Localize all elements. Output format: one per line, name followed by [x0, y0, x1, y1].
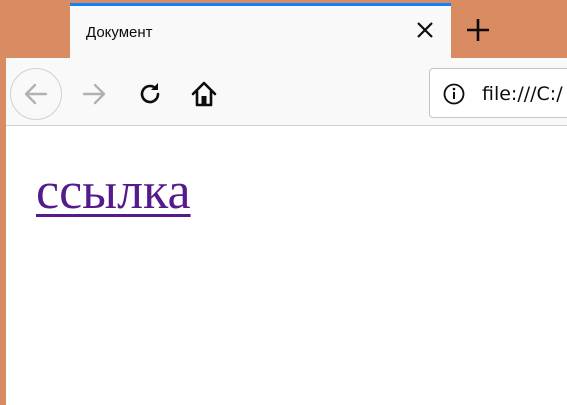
arrow-right-icon — [82, 83, 106, 105]
reload-icon — [140, 83, 160, 104]
arrow-left-icon — [24, 83, 48, 105]
browser-window: Документ file:///C:/ ссылка — [0, 0, 567, 405]
plus-icon — [462, 19, 494, 50]
home-button[interactable] — [186, 76, 222, 112]
new-tab-button[interactable] — [462, 14, 494, 46]
tab-title: Документ — [86, 24, 153, 41]
address-bar[interactable]: file:///C:/ — [429, 68, 567, 118]
back-button[interactable] — [10, 68, 62, 120]
navigation-toolbar: file:///C:/ — [6, 58, 567, 126]
forward-button[interactable] — [76, 76, 112, 112]
page-link[interactable]: ссылка — [36, 166, 191, 218]
page-content: ссылка — [6, 126, 567, 405]
close-icon[interactable] — [413, 18, 437, 42]
reload-button[interactable] — [132, 76, 168, 112]
home-icon — [191, 81, 217, 107]
tab-document[interactable]: Документ — [70, 3, 451, 58]
address-text[interactable]: file:///C:/ — [482, 83, 563, 105]
info-icon[interactable] — [442, 82, 466, 106]
